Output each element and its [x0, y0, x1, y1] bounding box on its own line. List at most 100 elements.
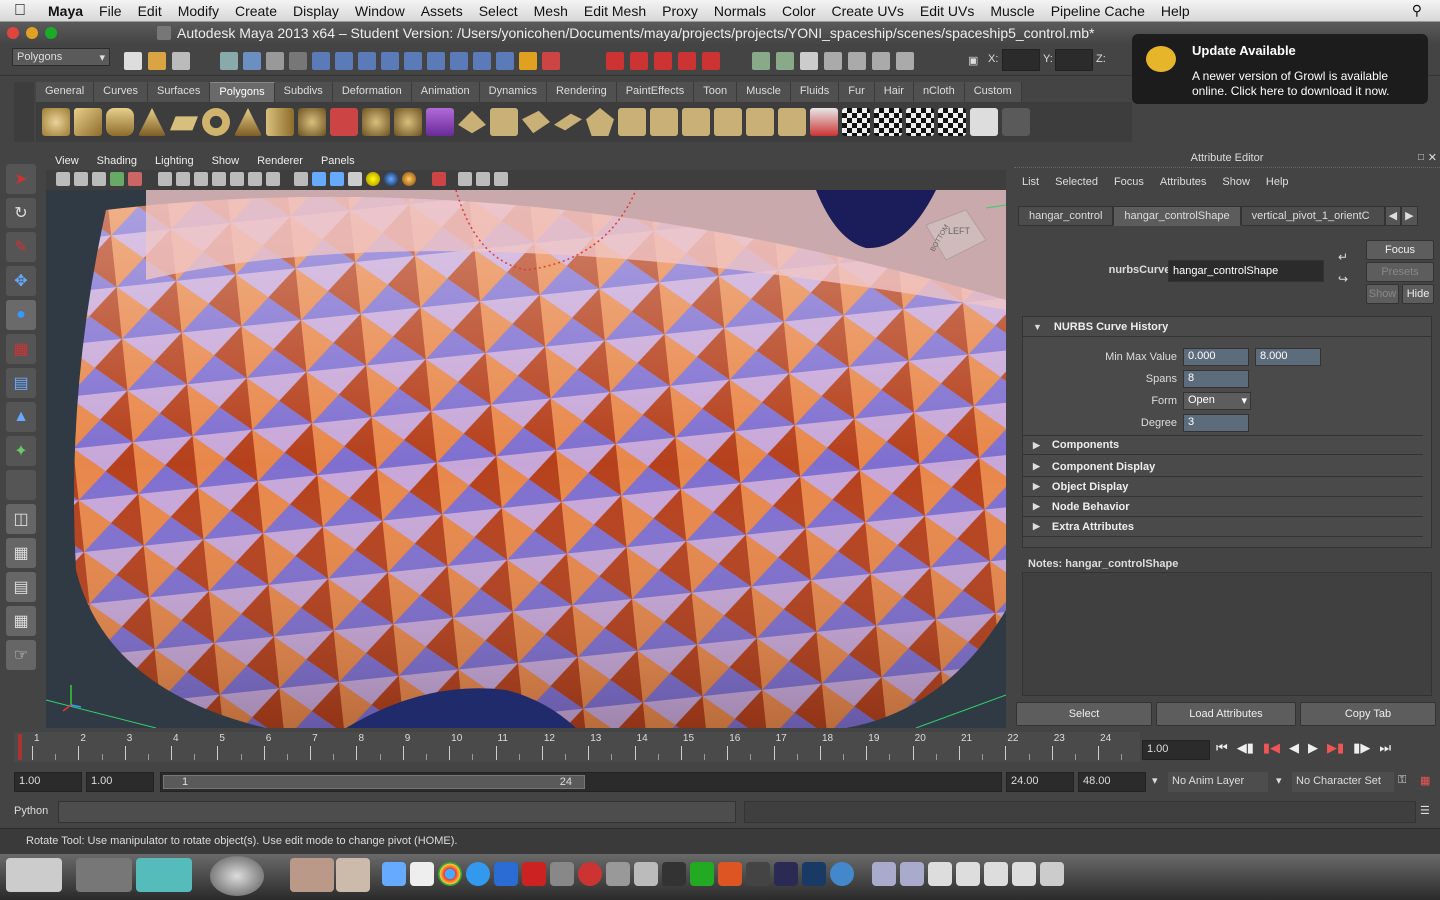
step-forward-key-icon[interactable]: ▶▮	[1327, 740, 1344, 756]
safe-action-icon[interactable]	[248, 172, 262, 186]
ae-menu-list[interactable]: List	[1022, 176, 1039, 188]
input-ops-icon[interactable]	[752, 52, 770, 70]
field-chart-icon[interactable]	[230, 172, 244, 186]
hide-button[interactable]: Hide	[1402, 284, 1434, 304]
node-name-field[interactable]: hangar_controlShape	[1168, 260, 1324, 282]
section-components[interactable]: ▶ Components	[1023, 435, 1423, 455]
current-frame-field[interactable]: 1.00	[1142, 740, 1210, 760]
select-component-icon[interactable]	[266, 52, 284, 70]
new-scene-icon[interactable]	[124, 52, 142, 70]
high-quality-icon[interactable]	[402, 172, 416, 186]
collapse-icon[interactable]	[714, 108, 742, 136]
layout-perspective-outliner-icon[interactable]: ▤	[6, 572, 36, 602]
last-tool-icon[interactable]	[6, 470, 36, 500]
shelf-tab-subdivs[interactable]: Subdivs	[274, 82, 333, 102]
bookmarks-icon[interactable]	[92, 172, 106, 186]
tab-scroll-left-icon[interactable]: ◀	[1384, 206, 1402, 226]
playback-end-field[interactable]: 24.00	[1006, 772, 1074, 792]
menu-modify[interactable]: Modify	[170, 3, 227, 19]
trash-icon[interactable]	[1040, 862, 1064, 886]
section-nurbs-curve-history[interactable]: ▼ NURBS Curve History	[1023, 317, 1431, 337]
uv-layout-icon[interactable]	[874, 108, 902, 136]
dock-powerpoint-icon[interactable]	[718, 862, 742, 886]
xray-icon[interactable]	[458, 172, 472, 186]
mask-handles-icon[interactable]	[312, 52, 330, 70]
select-camera-icon[interactable]	[56, 172, 70, 186]
shelf-tab-painteffects[interactable]: PaintEffects	[616, 82, 695, 102]
perspective-viewport[interactable]: LEFT BOTTOM	[46, 190, 1006, 728]
shelf-tab-fur[interactable]: Fur	[839, 82, 875, 102]
menu-select[interactable]: Select	[471, 3, 526, 19]
show-manipulator-icon[interactable]: ✦	[6, 436, 36, 466]
playback-start-field[interactable]: 1.00	[86, 772, 154, 792]
dock-finder-icon[interactable]	[382, 862, 406, 886]
dock-folder-2-icon[interactable]	[900, 862, 924, 886]
mask-dropdown-icon[interactable]	[289, 52, 307, 70]
dock-app3-icon[interactable]	[634, 862, 658, 886]
shelf-tab-muscle[interactable]: Muscle	[737, 82, 791, 102]
xray-joints-icon[interactable]	[476, 172, 490, 186]
min-value-field[interactable]: 0.000	[1183, 348, 1249, 366]
wireframe-on-shaded-icon[interactable]	[330, 172, 344, 186]
film-gate-icon[interactable]	[176, 172, 190, 186]
close-panel-icon[interactable]: ✕	[1428, 151, 1437, 164]
dock-thumbnail-4[interactable]	[290, 858, 334, 892]
snap-plane-icon[interactable]	[678, 52, 696, 70]
dock-thumbnail-5[interactable]	[336, 858, 370, 892]
menu-color[interactable]: Color	[774, 3, 823, 19]
shelf-tab-polygons[interactable]: Polygons	[210, 82, 275, 102]
node-input-icon[interactable]: ↵	[1338, 250, 1348, 264]
grid-icon[interactable]	[158, 172, 172, 186]
degree-field[interactable]: 3	[1183, 414, 1249, 432]
lasso-tool-icon[interactable]: ↻	[6, 198, 36, 228]
snap-grid-icon[interactable]	[606, 52, 624, 70]
shelf-tab-toon[interactable]: Toon	[694, 82, 738, 102]
render-view-icon[interactable]	[824, 52, 842, 70]
extrude-icon[interactable]	[458, 110, 486, 134]
merge-icon[interactable]	[682, 108, 710, 136]
tab-scroll-right-icon[interactable]: ▶	[1401, 206, 1418, 226]
shadows-icon[interactable]	[384, 172, 398, 186]
zoom-window-button[interactable]	[45, 27, 57, 39]
save-scene-icon[interactable]	[172, 52, 190, 70]
dock-chrome-icon[interactable]	[438, 862, 462, 886]
script-editor-icon[interactable]: ☰	[1420, 804, 1430, 817]
viewport-menu-lighting[interactable]: Lighting	[146, 155, 203, 167]
transform-mode-icon[interactable]: ▣	[968, 54, 978, 67]
ae-menu-show[interactable]: Show	[1222, 176, 1250, 188]
poly-pyramid-icon[interactable]	[234, 108, 262, 136]
checker-uv-icon[interactable]	[842, 108, 870, 136]
target-weld-icon[interactable]	[746, 108, 774, 136]
output-ops-icon[interactable]	[776, 52, 794, 70]
poly-torus-icon[interactable]	[202, 108, 230, 136]
character-set-dropdown-icon[interactable]: ▾	[1276, 774, 1282, 787]
script-language-label[interactable]: Python	[14, 805, 48, 817]
paint-select-tool-icon[interactable]: ✎	[6, 232, 36, 262]
dock-thumbnail-1[interactable]	[6, 858, 62, 892]
gate-mask-icon[interactable]	[212, 172, 226, 186]
show-button[interactable]: Show	[1366, 284, 1399, 304]
wireframe-icon[interactable]	[294, 172, 308, 186]
section-object-display[interactable]: ▶ Object Display	[1023, 477, 1423, 497]
attributes-scroll-area[interactable]: ▼ NURBS Curve History Min Max Value 0.00…	[1022, 316, 1432, 548]
layout-perspective-graph-icon[interactable]: ▦	[6, 606, 36, 636]
animation-end-field[interactable]: 48.00	[1078, 772, 1146, 792]
ae-menu-help[interactable]: Help	[1266, 176, 1289, 188]
smooth-icon[interactable]	[394, 108, 422, 136]
mask-dynamics-icon[interactable]	[427, 52, 445, 70]
resolution-gate-icon[interactable]	[194, 172, 208, 186]
range-slider-handle[interactable]: 1 24	[163, 775, 585, 789]
ae-menu-selected[interactable]: Selected	[1055, 176, 1098, 188]
viewport-menu-view[interactable]: View	[46, 155, 88, 167]
ae-menu-focus[interactable]: Focus	[1114, 176, 1144, 188]
layout-single-perspective-icon[interactable]: ◫	[6, 504, 36, 534]
section-component-display[interactable]: ▶ Component Display	[1023, 457, 1423, 477]
dock-photoshop-icon[interactable]	[802, 862, 826, 886]
dock-document-2-icon[interactable]	[956, 862, 980, 886]
ae-tab-vertical-pivot[interactable]: vertical_pivot_1_orientC	[1240, 206, 1385, 226]
split-polygon-icon[interactable]	[554, 113, 582, 131]
menu-edit[interactable]: Edit	[130, 3, 170, 19]
shelf-tab-general[interactable]: General	[36, 82, 95, 102]
auto-key-icon[interactable]: ⚿	[1398, 774, 1406, 787]
load-attributes-button[interactable]: Load Attributes	[1156, 702, 1296, 726]
